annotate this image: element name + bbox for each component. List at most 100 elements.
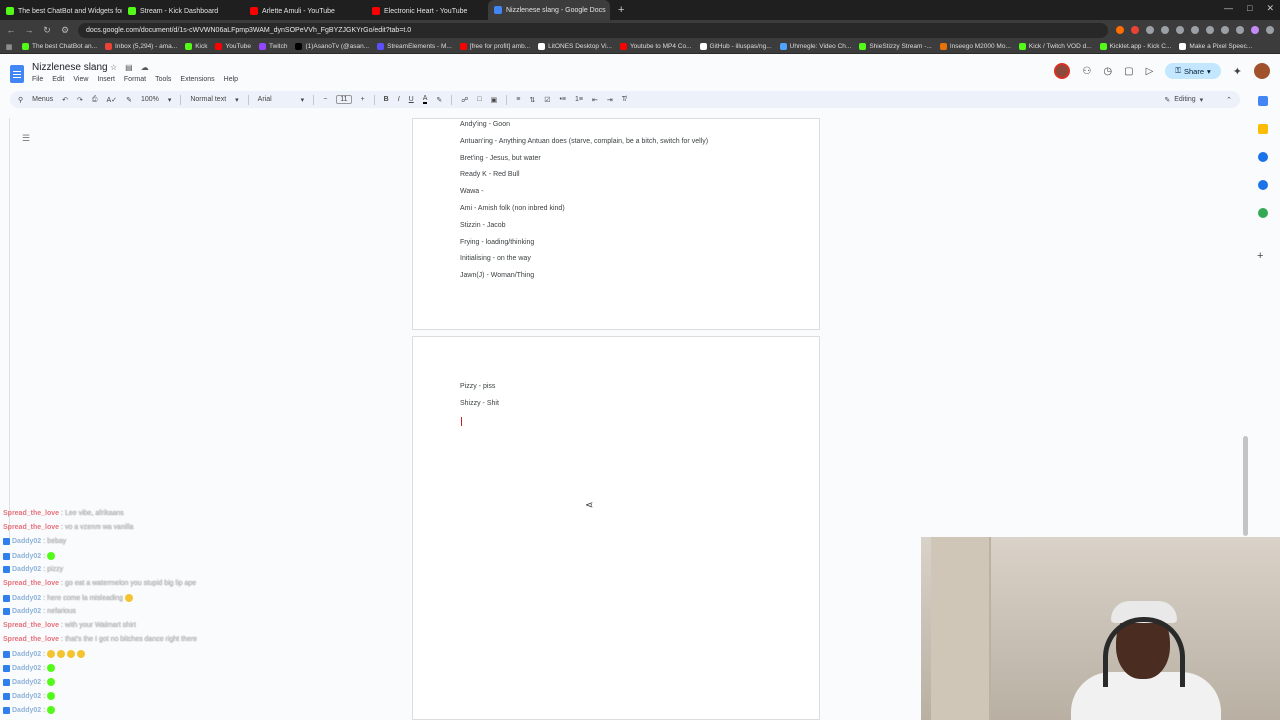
- extension-icon[interactable]: [1176, 26, 1184, 34]
- text-color-icon[interactable]: A: [422, 95, 428, 104]
- italic-icon[interactable]: I: [398, 96, 400, 103]
- share-button[interactable]: ⚿ Share ▾: [1165, 63, 1221, 79]
- scrollbar[interactable]: [1243, 436, 1248, 536]
- editing-mode-button[interactable]: ✎ Editing ▾: [1164, 96, 1217, 104]
- extension-icon[interactable]: [1191, 26, 1199, 34]
- bookmark-item[interactable]: Kick / Twitch VOD d...: [1018, 43, 1092, 50]
- back-icon[interactable]: ←: [6, 25, 16, 35]
- font-size-input[interactable]: 11: [336, 95, 352, 104]
- tasks-icon[interactable]: [1258, 152, 1268, 162]
- decrease-font-icon[interactable]: −: [323, 96, 327, 103]
- collaborators-icon[interactable]: ⚇: [1082, 66, 1091, 77]
- zoom-select[interactable]: 100%: [141, 96, 159, 103]
- font-select[interactable]: Arial: [258, 96, 292, 103]
- cloud-status-icon[interactable]: ☁: [141, 63, 149, 72]
- extension-icon[interactable]: [1206, 26, 1214, 34]
- bookmark-item[interactable]: Youtube to MP4 Co...: [619, 43, 692, 50]
- close-window-icon[interactable]: ✕: [1266, 3, 1274, 14]
- paint-format-icon[interactable]: ✎: [126, 96, 132, 104]
- search-menus-icon[interactable]: ⚲: [18, 96, 23, 104]
- menu-item-extensions[interactable]: Extensions: [180, 76, 214, 83]
- bookmark-item[interactable]: YouTube: [215, 43, 251, 50]
- browser-tab[interactable]: Electronic Heart - YouTube: [366, 2, 488, 20]
- move-folder-icon[interactable]: ▤: [125, 63, 133, 72]
- browser-tab[interactable]: Nizzlenese slang - Google Docs✕: [488, 0, 610, 20]
- extension-icon[interactable]: [1131, 26, 1139, 34]
- bookmark-item[interactable]: Twitch: [259, 43, 287, 50]
- account-avatar[interactable]: [1254, 63, 1270, 79]
- bullet-list-icon[interactable]: •≡: [559, 96, 566, 103]
- bookmark-item[interactable]: Kicklet.app - Kick C...: [1099, 43, 1171, 50]
- reload-icon[interactable]: ↻: [42, 25, 52, 36]
- align-icon[interactable]: ≡: [516, 96, 520, 103]
- menu-item-file[interactable]: File: [32, 76, 43, 83]
- browser-tab[interactable]: Arlette Amuli - YouTube: [244, 2, 366, 20]
- comment-icon[interactable]: □: [477, 96, 481, 103]
- collapse-toolbar-icon[interactable]: ⌃: [1226, 96, 1232, 104]
- style-select[interactable]: Normal text: [190, 96, 226, 103]
- gemini-icon[interactable]: ✦: [1233, 65, 1242, 78]
- extension-icon[interactable]: [1146, 26, 1154, 34]
- bookmark-item[interactable]: Kick: [185, 43, 207, 50]
- bookmark-item[interactable]: GitHub - illuspas/ng...: [699, 43, 772, 50]
- document-outline-icon[interactable]: ☰: [22, 133, 30, 144]
- menu-item-tools[interactable]: Tools: [155, 76, 171, 83]
- clear-formatting-icon[interactable]: T̸: [622, 96, 626, 103]
- link-icon[interactable]: ☍: [461, 96, 468, 104]
- add-addon-icon[interactable]: +: [1257, 250, 1267, 262]
- bookmark-item[interactable]: ShieStizzy Stream -...: [859, 43, 932, 50]
- bookmark-item[interactable]: Inbox (5,294) - ama...: [105, 43, 177, 50]
- star-icon[interactable]: ☆: [110, 63, 117, 72]
- menu-item-view[interactable]: View: [73, 76, 88, 83]
- bold-icon[interactable]: B: [384, 96, 389, 103]
- document-page[interactable]: Pizzy - piss Shizzy - Shit: [412, 336, 820, 720]
- extension-icon[interactable]: [1161, 26, 1169, 34]
- bookmark-item[interactable]: The best ChatBot an...: [22, 43, 97, 50]
- apps-icon[interactable]: ▦: [4, 43, 14, 51]
- menu-item-insert[interactable]: Insert: [97, 76, 115, 83]
- bookmark-item[interactable]: LitONES Desktop Vi...: [538, 43, 612, 50]
- line-spacing-icon[interactable]: ⇅: [529, 96, 535, 104]
- image-icon[interactable]: ▣: [491, 96, 498, 104]
- decrease-indent-icon[interactable]: ⇤: [592, 96, 598, 104]
- maps-icon[interactable]: [1258, 208, 1268, 218]
- bookmark-item[interactable]: Inseego M2000 Mo...: [939, 43, 1011, 50]
- collaborator-avatar[interactable]: [1054, 63, 1071, 79]
- underline-icon[interactable]: U: [409, 96, 414, 103]
- print-icon[interactable]: ⎙: [92, 96, 98, 104]
- minimize-icon[interactable]: —: [1224, 3, 1233, 14]
- menu-item-format[interactable]: Format: [124, 76, 146, 83]
- increase-indent-icon[interactable]: ⇥: [607, 96, 613, 104]
- version-history-icon[interactable]: ◷: [1103, 66, 1112, 77]
- bookmark-item[interactable]: StreamElements - M...: [377, 43, 452, 50]
- spellcheck-icon[interactable]: A✓: [107, 96, 118, 104]
- extension-icon[interactable]: [1116, 26, 1124, 34]
- extension-icon[interactable]: [1221, 26, 1229, 34]
- redo-icon[interactable]: ↷: [77, 96, 83, 104]
- browser-tab[interactable]: The best ChatBot and Widgets for K: [0, 2, 122, 20]
- contacts-icon[interactable]: [1258, 180, 1268, 190]
- calendar-icon[interactable]: [1258, 96, 1268, 106]
- forward-icon[interactable]: →: [24, 25, 34, 35]
- search-menus-label[interactable]: Menus: [32, 96, 53, 103]
- comments-icon[interactable]: ▢: [1124, 66, 1133, 77]
- url-input[interactable]: docs.google.com/document/d/1s-cWVWN06aLF…: [78, 22, 1108, 38]
- numbered-list-icon[interactable]: 1≡: [575, 96, 583, 103]
- meet-icon[interactable]: ▷: [1146, 66, 1154, 77]
- menu-item-edit[interactable]: Edit: [52, 76, 64, 83]
- keep-icon[interactable]: [1258, 124, 1268, 134]
- bookmark-item[interactable]: Make a Pixel Speec...: [1179, 43, 1252, 50]
- browser-tab[interactable]: Stream - Kick Dashboard: [122, 2, 244, 20]
- bookmark-item[interactable]: [free for profit] amb...: [459, 43, 530, 50]
- site-info-icon[interactable]: ⚙: [60, 25, 70, 36]
- new-tab-icon[interactable]: +: [618, 4, 624, 16]
- undo-icon[interactable]: ↶: [62, 96, 68, 104]
- increase-font-icon[interactable]: +: [361, 96, 365, 103]
- profile-icon[interactable]: [1251, 26, 1259, 34]
- document-title[interactable]: Nizzlenese slang: [32, 62, 108, 73]
- highlight-icon[interactable]: ✎: [436, 96, 442, 104]
- document-page[interactable]: Andy'ing - Goon Antuan'ing - Anything Ant…: [412, 118, 820, 330]
- menu-icon[interactable]: [1266, 26, 1274, 34]
- checklist-icon[interactable]: ☑: [544, 96, 550, 104]
- menu-item-help[interactable]: Help: [224, 76, 238, 83]
